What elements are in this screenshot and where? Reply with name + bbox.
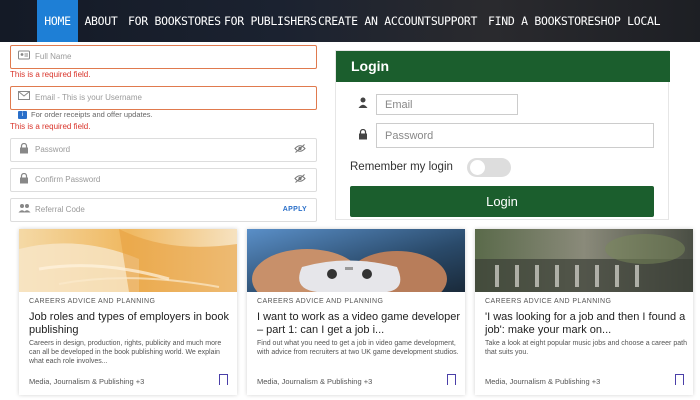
article-card[interactable]: CAREERS ADVICE AND PLANNING I want to wo… (247, 229, 465, 395)
login-button[interactable]: Login (350, 186, 654, 217)
email-info: i For order receipts and offer updates. (18, 110, 153, 120)
confirm-password-placeholder: Confirm Password (35, 175, 101, 184)
envelope-icon (17, 91, 31, 105)
full-name-error: This is a required field. (10, 70, 91, 79)
nav-home[interactable]: HOME (37, 0, 78, 42)
apply-button[interactable]: APPLY (283, 199, 307, 221)
books-photo (19, 229, 237, 292)
nav-for-bookstores[interactable]: FOR BOOKSTORES (128, 0, 221, 42)
referral-code-field[interactable]: Referral Code APPLY (10, 198, 317, 222)
eye-slash-icon[interactable] (294, 144, 306, 155)
card-title[interactable]: I want to work as a video game developer… (257, 311, 462, 336)
card-description: Find out what you need to get a job in v… (257, 340, 459, 356)
login-password-input[interactable]: Password (376, 123, 654, 148)
full-name-field[interactable]: Full Name (10, 45, 317, 69)
card-tags: Media, Journalism & Publishing +3 (29, 377, 145, 386)
nav-create-account[interactable]: CREATE AN ACCOUNT (318, 0, 431, 42)
lock-icon (358, 128, 368, 143)
nav-find-bookstore[interactable]: FIND A BOOKSTORE (488, 0, 594, 42)
card-title[interactable]: Job roles and types of employers in book… (29, 311, 234, 336)
email-placeholder: Email - This is your Username (35, 93, 142, 102)
card-category: CAREERS ADVICE AND PLANNING (485, 298, 612, 305)
bookmark-icon[interactable] (218, 374, 228, 388)
nav-shop-local[interactable]: SHOP LOCAL (594, 0, 661, 42)
card-description: Careers in design, production, rights, p… (29, 340, 222, 365)
nav-support[interactable]: SUPPORT (430, 0, 478, 42)
info-icon: i (18, 111, 27, 120)
eye-slash-icon[interactable] (294, 174, 306, 185)
remember-login-toggle[interactable] (467, 158, 511, 177)
top-navigation: HOME ABOUT FOR BOOKSTORES FOR PUBLISHERS… (0, 0, 700, 42)
user-icon (358, 97, 368, 111)
nav-for-publishers[interactable]: FOR PUBLISHERS (224, 0, 317, 42)
bookmark-icon[interactable] (446, 374, 456, 388)
email-field[interactable]: Email - This is your Username (10, 86, 317, 110)
password-placeholder: Password (35, 145, 71, 154)
card-tags: Media, Journalism & Publishing +3 (257, 377, 373, 386)
game-controller-photo (247, 229, 465, 292)
card-description: Take a look at eight popular music jobs … (485, 340, 687, 356)
email-error: This is a required field. (10, 122, 91, 131)
music-studio-photo (475, 229, 693, 292)
lock-icon (17, 172, 31, 187)
bookmark-icon[interactable] (674, 374, 684, 388)
full-name-placeholder: Full Name (35, 52, 72, 61)
card-category: CAREERS ADVICE AND PLANNING (257, 298, 384, 305)
login-email-input[interactable]: Email (376, 94, 518, 115)
password-field[interactable]: Password (10, 138, 317, 162)
users-icon (17, 203, 31, 217)
confirm-password-field[interactable]: Confirm Password (10, 168, 317, 192)
lock-icon (17, 142, 31, 157)
article-card[interactable]: CAREERS ADVICE AND PLANNING 'I was looki… (475, 229, 693, 395)
remember-login-label: Remember my login (350, 161, 453, 173)
id-card-icon (17, 50, 31, 64)
email-info-text: For order receipts and offer updates. (31, 110, 153, 119)
nav-about[interactable]: ABOUT (82, 0, 120, 42)
card-tags: Media, Journalism & Publishing +3 (485, 377, 601, 386)
toggle-knob (470, 160, 485, 175)
card-category: CAREERS ADVICE AND PLANNING (29, 298, 156, 305)
login-heading: Login (336, 51, 670, 82)
article-card[interactable]: CAREERS ADVICE AND PLANNING Job roles an… (19, 229, 237, 395)
card-title[interactable]: 'I was looking for a job and then I foun… (485, 311, 690, 336)
referral-code-placeholder: Referral Code (35, 205, 85, 214)
